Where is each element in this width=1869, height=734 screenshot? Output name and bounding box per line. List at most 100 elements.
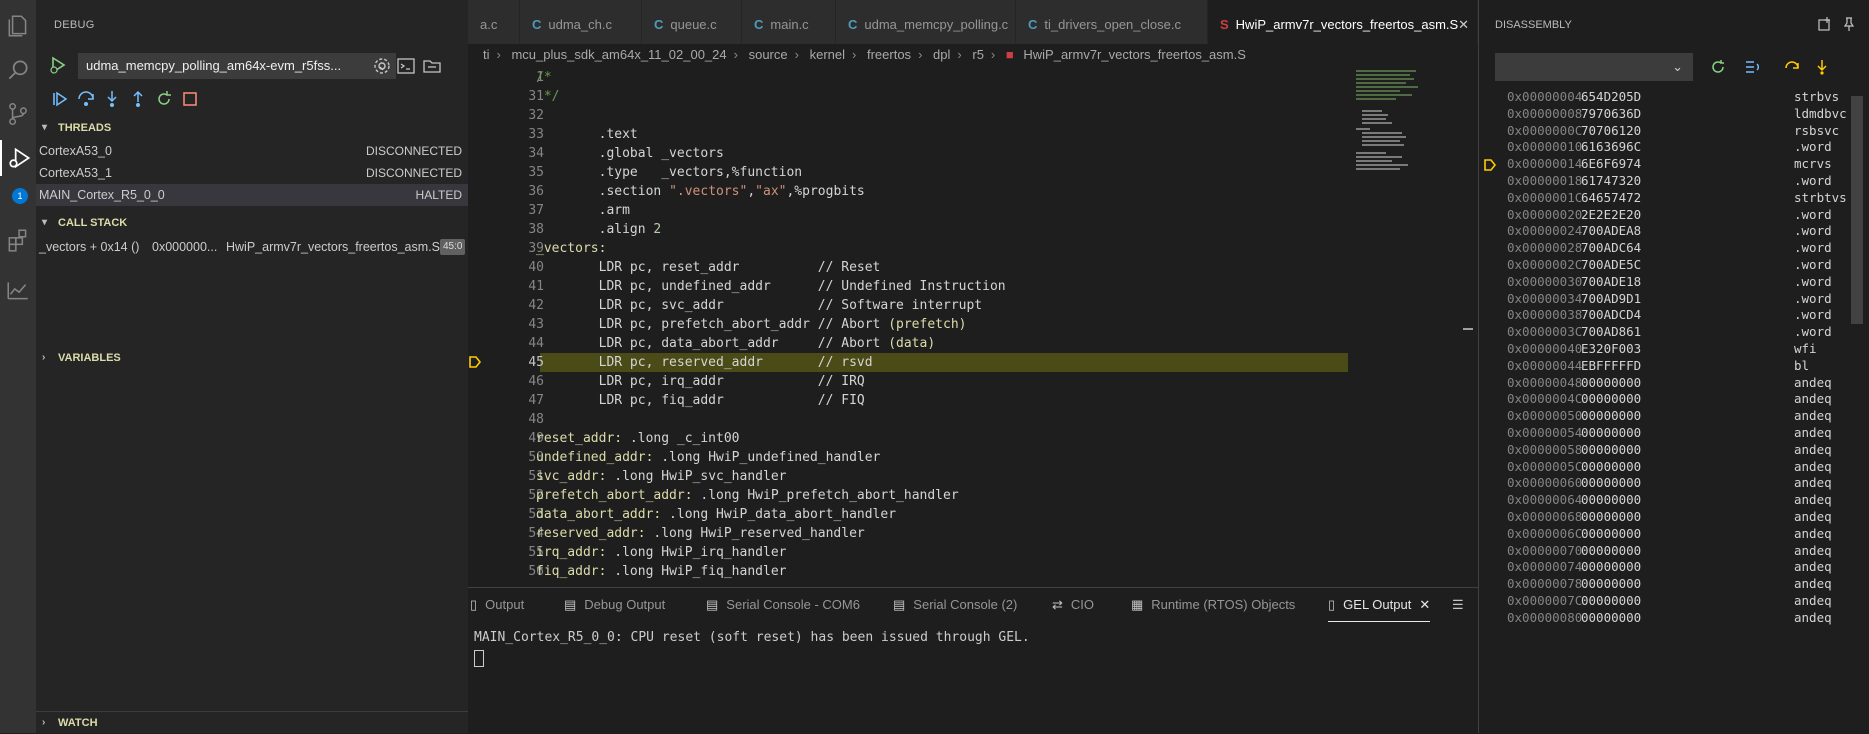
tab-ti-drivers-open-close-c[interactable]: Cti_drivers_open_close.c (1016, 0, 1208, 49)
thread-row[interactable]: CortexA53_1 DISCONNECTED (36, 162, 468, 184)
tab-serial-console-com6[interactable]: ▤ Serial Console - COM6 (706, 588, 860, 622)
line-number[interactable]: 37 (468, 201, 544, 220)
breadcrumb-item[interactable]: source (749, 47, 788, 62)
code-line[interactable]: 36 .section ".vectors","ax",%progbits (468, 182, 1348, 201)
code-line[interactable]: 56 fiq_addr: .long HwiP_fiq_handler (468, 562, 1348, 581)
breadcrumb-item[interactable]: dpl (933, 47, 950, 62)
line-number[interactable]: 33 (468, 125, 544, 144)
step-over-instruction-icon[interactable] (1783, 58, 1801, 76)
tab-runtime-objects[interactable]: ▦ Runtime (RTOS) Objects (1131, 588, 1295, 622)
line-number[interactable]: 44 (468, 334, 544, 353)
code-line[interactable]: 34 .global _vectors (468, 144, 1348, 163)
code-line[interactable]: 44 LDR pc, data_abort_addr // Abort (dat… (468, 334, 1348, 353)
code-line[interactable]: 48 (468, 410, 1348, 429)
step-out-icon[interactable] (128, 89, 148, 109)
code-line[interactable]: 41 LDR pc, undefined_addr // Undefined I… (468, 277, 1348, 296)
restart-icon[interactable] (154, 89, 174, 109)
code-line[interactable]: 55 irq_addr: .long HwiP_irq_handler (468, 543, 1348, 562)
line-number[interactable]: 35 (468, 163, 544, 182)
step-into-instruction-icon[interactable] (1813, 58, 1831, 76)
minimap[interactable] (1354, 66, 1444, 186)
thread-row-selected[interactable]: MAIN_Cortex_R5_0_0 HALTED (36, 184, 468, 206)
code-line[interactable]: 31 */ (468, 87, 1348, 106)
line-number[interactable]: 32 (468, 106, 544, 125)
continue-icon[interactable] (50, 89, 70, 109)
code-line[interactable]: 43 LDR pc, prefetch_abort_addr // Abort … (468, 315, 1348, 334)
line-number[interactable]: 41 (468, 277, 544, 296)
code-line[interactable]: 46 LDR pc, irq_addr // IRQ (468, 372, 1348, 391)
breadcrumb-item[interactable]: mcu_plus_sdk_am64x_11_02_00_24 (511, 47, 726, 62)
code-line[interactable]: 42 LDR pc, svc_addr // Software interrup… (468, 296, 1348, 315)
stop-icon[interactable] (180, 89, 200, 109)
launch-config-select[interactable]: udma_memcpy_polling_am64x-evm_r5fss... ⌄ (78, 53, 396, 79)
breadcrumb-item[interactable]: r5 (972, 47, 984, 62)
line-number[interactable]: 50 (468, 448, 544, 467)
disassembly-scrollbar[interactable] (1851, 96, 1863, 324)
debug-console-icon[interactable] (396, 56, 416, 76)
line-number[interactable]: 51 (468, 467, 544, 486)
tab-queue-c[interactable]: Cqueue.c (642, 0, 742, 49)
code-line-current[interactable]: 45 LDR pc, reserved_addr // rsvd (469, 353, 1348, 372)
editor-scrollbar[interactable] (1460, 66, 1474, 586)
breadcrumb-item[interactable]: freertos (867, 47, 911, 62)
close-icon[interactable]: ✕ (1458, 0, 1469, 49)
input-cursor[interactable] (474, 650, 484, 667)
line-number[interactable]: 34 (468, 144, 544, 163)
disassembly-select[interactable]: ⌄ (1495, 53, 1693, 81)
line-number[interactable]: 48 (468, 410, 544, 429)
extensions-icon[interactable] (0, 222, 36, 258)
tab-udma-memcpy-polling-c[interactable]: Cudma_memcpy_polling.c (836, 0, 1016, 49)
refresh-icon[interactable] (1709, 58, 1727, 76)
code-line[interactable]: 40 LDR pc, reset_addr // Reset (468, 258, 1348, 277)
tab-debug-output[interactable]: ▤ Debug Output (564, 588, 665, 622)
tab-cio[interactable]: ⇄ CIO (1052, 588, 1094, 622)
code-line[interactable]: 37 .arm (468, 201, 1348, 220)
call-stack-section-header[interactable]: ▾ CALL STACK (36, 212, 468, 234)
pin-icon[interactable] (1841, 16, 1857, 32)
line-number[interactable]: 46 (468, 372, 544, 391)
tab-udma-ch-c[interactable]: Cudma_ch.c (520, 0, 642, 49)
stack-frame-row[interactable]: _vectors + 0x14 () 0x000000... HwiP_armv… (36, 236, 468, 258)
thread-row[interactable]: CortexA53_0 DISCONNECTED (36, 140, 468, 162)
start-debugging-icon[interactable] (50, 56, 68, 74)
tab-main-c[interactable]: Cmain.c (742, 0, 836, 49)
code-line[interactable]: 47 LDR pc, fiq_addr // FIQ (468, 391, 1348, 410)
tab-a-c[interactable]: a.c (468, 0, 520, 49)
watch-section-header[interactable]: › WATCH (36, 711, 468, 734)
open-folder-icon[interactable] (422, 56, 442, 76)
breadcrumb-item[interactable]: HwiP_armv7r_vectors_freertos_asm.S (1023, 47, 1246, 62)
line-number[interactable]: 39 (468, 239, 544, 258)
code-line[interactable]: 53 data_abort_addr: .long HwiP_data_abort… (468, 505, 1348, 524)
new-view-icon[interactable] (1817, 16, 1833, 32)
code-line[interactable]: 39 _vectors: (468, 239, 1348, 258)
line-number[interactable]: 1 (468, 68, 544, 87)
code-line[interactable]: 33 .text (468, 125, 1348, 144)
panel-menu-icon[interactable]: ☰ (1452, 588, 1464, 622)
line-number[interactable]: 52 (468, 486, 544, 505)
code-line[interactable]: 54 reserved_addr: .long HwiP_reserved_han… (468, 524, 1348, 543)
line-number[interactable]: 47 (468, 391, 544, 410)
line-number[interactable]: 38 (468, 220, 544, 239)
tab-output[interactable]: ▯ Output (470, 588, 524, 622)
code-editor[interactable]: 1/* 31 */32 33 .text 34 .global _vectors 35 … (468, 66, 1478, 586)
tab-serial-console-2[interactable]: ▤ Serial Console (2) (893, 588, 1017, 622)
code-line[interactable]: 38 .align 2 (468, 220, 1348, 239)
code-line[interactable]: 52 prefetch_abort_addr: .long HwiP_prefet… (468, 486, 1348, 505)
step-into-icon[interactable] (102, 89, 122, 109)
step-over-icon[interactable] (76, 89, 96, 109)
graph-icon[interactable] (0, 272, 36, 308)
disassembly-row[interactable]: 0x00000080 00000000 andeq (1479, 608, 1869, 628)
variables-section-header[interactable]: › VARIABLES (36, 347, 468, 369)
explorer-icon[interactable] (0, 8, 36, 44)
code-line[interactable]: 32 (468, 106, 1348, 125)
code-line[interactable]: 1/* (468, 68, 1348, 87)
gear-icon[interactable] (372, 56, 392, 76)
source-control-icon[interactable] (0, 96, 36, 132)
line-number[interactable]: 36 (468, 182, 544, 201)
line-number[interactable]: 55 (468, 543, 544, 562)
search-icon[interactable] (0, 52, 36, 88)
breadcrumb-item[interactable]: ti (483, 47, 490, 62)
code-line[interactable]: 49 reset_addr: .long _c_int00 (468, 429, 1348, 448)
line-number[interactable]: 56 (468, 562, 544, 581)
line-number[interactable]: 43 (468, 315, 544, 334)
